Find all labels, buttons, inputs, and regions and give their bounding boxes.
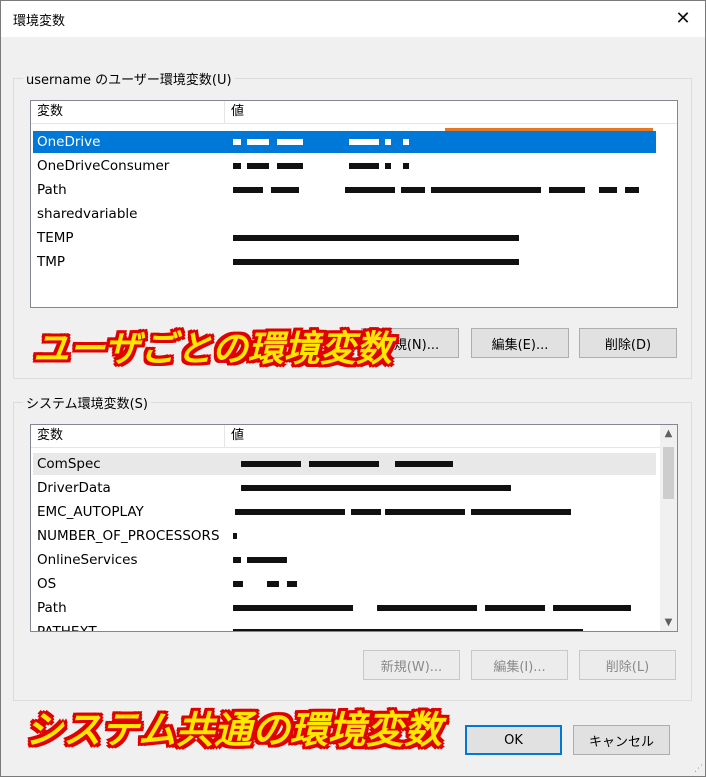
table-row[interactable]: OneDriveConsumer	[33, 155, 656, 177]
table-row[interactable]: sharedvariable	[33, 203, 656, 225]
variable-name: TMP	[37, 254, 66, 270]
user-variables-annotation: ユーザごとの環境変数	[33, 329, 392, 370]
variable-name: NUMBER_OF_PROCESSORS	[37, 528, 220, 544]
system-delete-button[interactable]: 削除(L)	[579, 650, 676, 680]
variable-name: Path	[37, 600, 67, 616]
chevron-up-icon[interactable]: ▲	[660, 425, 677, 442]
system-variables-annotation: システム共通の環境変数	[25, 708, 442, 752]
system-edit-button[interactable]: 編集(I)...	[471, 650, 568, 680]
table-row[interactable]: TEMP	[33, 227, 656, 249]
column-header-value[interactable]: 値	[225, 101, 677, 123]
close-button[interactable]: ✕	[661, 1, 705, 35]
variable-name: OnlineServices	[37, 552, 138, 568]
column-header-variable[interactable]: 変数	[31, 425, 225, 447]
table-row[interactable]: OneDrive	[33, 131, 656, 153]
cancel-button[interactable]: キャンセル	[573, 725, 670, 755]
variable-name: sharedvariable	[37, 206, 138, 222]
table-row[interactable]: Path	[33, 179, 656, 201]
system-variables-group-label: システム環境変数(S)	[23, 393, 152, 412]
table-row[interactable]: ComSpec	[33, 453, 656, 475]
table-row[interactable]: Path	[33, 597, 656, 619]
table-row[interactable]: EMC_AUTOPLAY	[33, 501, 656, 523]
close-icon: ✕	[675, 7, 691, 29]
user-variables-list[interactable]: 変数 値 OneDrive OneDriveConsumer Path shar…	[30, 100, 678, 308]
variable-name: OS	[37, 576, 57, 592]
table-row[interactable]: OS	[33, 573, 656, 595]
environment-variables-dialog: 環境変数 ✕ username のユーザー環境変数(U) 変数 値 OneDri…	[0, 0, 706, 777]
window-title: 環境変数	[13, 14, 66, 29]
system-variables-list[interactable]: 変数 値 ComSpec DriverData EMC_AUTOPLAY NUM…	[30, 424, 678, 632]
variable-name: OneDrive	[37, 134, 101, 150]
variable-name: OneDriveConsumer	[37, 158, 170, 174]
list-header: 変数 値	[31, 425, 660, 448]
variable-name: DriverData	[37, 480, 111, 496]
system-new-button[interactable]: 新規(W)...	[363, 650, 460, 680]
variable-name: TEMP	[37, 230, 74, 246]
table-row[interactable]: PATHEXT	[33, 621, 656, 632]
user-delete-button[interactable]: 削除(D)	[579, 328, 677, 358]
table-row[interactable]: TMP	[33, 251, 656, 273]
scrollbar-thumb[interactable]	[663, 447, 674, 499]
ok-button[interactable]: OK	[465, 725, 562, 755]
variable-name: EMC_AUTOPLAY	[37, 504, 144, 520]
title-bar: 環境変数 ✕	[1, 1, 705, 37]
variable-name: Path	[37, 182, 67, 198]
highlight-underline	[445, 128, 653, 131]
resize-grip-icon[interactable]: ⋰	[694, 764, 703, 774]
variable-name: ComSpec	[37, 456, 101, 472]
system-list-scrollbar[interactable]: ▲ ▼	[660, 425, 677, 631]
list-header: 変数 値	[31, 101, 677, 124]
table-row[interactable]: OnlineServices	[33, 549, 656, 571]
table-row[interactable]: NUMBER_OF_PROCESSORS	[33, 525, 656, 547]
table-row[interactable]: DriverData	[33, 477, 656, 499]
column-header-value[interactable]: 値	[225, 425, 660, 447]
column-header-variable[interactable]: 変数	[31, 101, 225, 123]
user-variables-group-label: username のユーザー環境変数(U)	[23, 69, 235, 88]
chevron-down-icon[interactable]: ▼	[660, 614, 677, 631]
variable-name: PATHEXT	[37, 624, 97, 632]
user-edit-button[interactable]: 編集(E)...	[471, 328, 569, 358]
